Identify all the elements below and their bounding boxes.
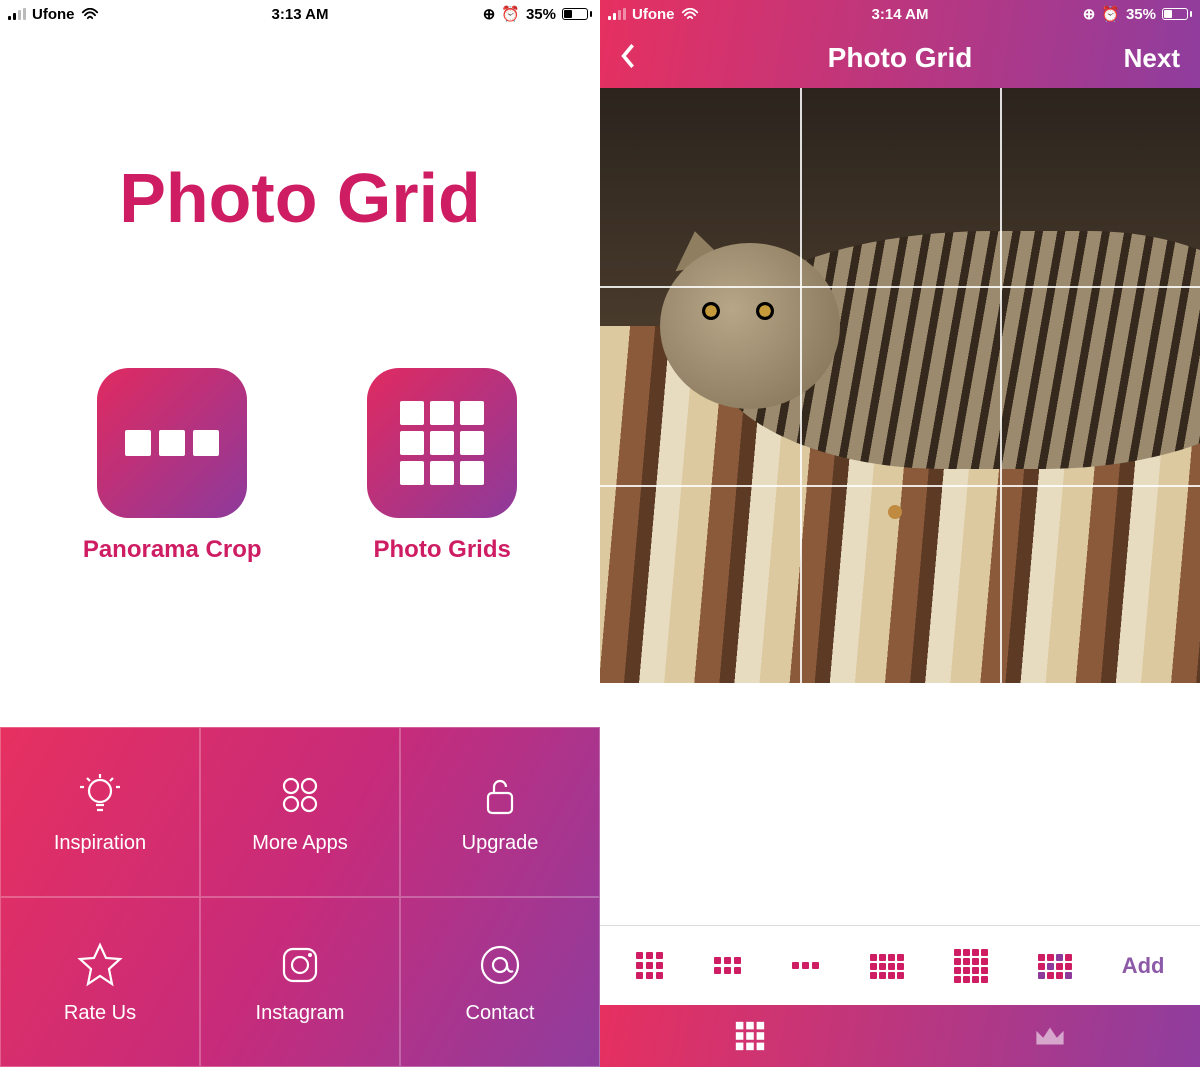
menu-more-apps[interactable]: More Apps [200, 727, 400, 897]
spacer [600, 683, 1200, 925]
orientation-lock-icon: ⊕ [1083, 5, 1096, 23]
page-title: Photo Grid [600, 42, 1200, 74]
menu-upgrade[interactable]: Upgrade [400, 727, 600, 897]
alarm-icon: ⏰ [501, 5, 520, 23]
editor-topbar: Photo Grid Next [600, 28, 1200, 88]
layout-option-3x1[interactable] [792, 962, 819, 969]
menu-inspiration[interactable]: Inspiration [0, 727, 200, 897]
photo-preview[interactable] [600, 88, 1200, 683]
battery-icon [1162, 8, 1192, 20]
tab-premium[interactable] [900, 1005, 1200, 1067]
battery-pct-label: 35% [526, 6, 556, 23]
add-layout-button[interactable]: Add [1122, 953, 1165, 979]
at-icon [475, 940, 525, 990]
layout-option-4x4[interactable] [954, 949, 987, 982]
status-bar: Ufone 3:13 AM ⊕ ⏰ 35% [0, 0, 600, 28]
screen-editor: Ufone 3:14 AM ⊕ ⏰ 35% Photo Grid Next [600, 0, 1200, 1067]
preview-image [600, 88, 1200, 683]
battery-pct-label: 35% [1126, 6, 1156, 23]
back-button[interactable] [620, 41, 638, 76]
app-title: Photo Grid [0, 158, 600, 238]
photo-grids-button[interactable]: Photo Grids [367, 368, 517, 564]
menu-label: Inspiration [54, 832, 146, 855]
panorama-crop-label: Panorama Crop [83, 536, 262, 564]
next-button[interactable]: Next [1124, 43, 1180, 74]
crown-icon [1033, 1019, 1067, 1053]
screen-home: Ufone 3:13 AM ⊕ ⏰ 35% Photo Grid Panoram… [0, 0, 600, 1067]
grid-icon [733, 1019, 767, 1053]
panorama-crop-button[interactable]: Panorama Crop [83, 368, 262, 564]
status-bar: Ufone 3:14 AM ⊕ ⏰ 35% [600, 0, 1200, 28]
menu-label: Instagram [256, 1002, 345, 1025]
menu-label: Rate Us [64, 1002, 136, 1025]
instagram-icon [275, 940, 325, 990]
lightbulb-icon [75, 770, 125, 820]
signal-icon [608, 8, 626, 20]
carrier-label: Ufone [32, 6, 75, 23]
grid-9-icon [400, 401, 484, 485]
unlock-icon [475, 770, 525, 820]
wifi-icon [81, 8, 99, 21]
home-menu-grid: Inspiration More Apps Upgrade Rate Us In… [0, 727, 600, 1067]
layout-option-4x3[interactable] [870, 954, 903, 978]
orientation-lock-icon: ⊕ [483, 5, 496, 23]
apps-icon [275, 770, 325, 820]
battery-icon [562, 8, 592, 20]
layout-option-4x3-alt[interactable] [1038, 954, 1071, 978]
menu-label: Upgrade [462, 832, 539, 855]
photo-grids-label: Photo Grids [374, 536, 511, 564]
layout-options-row: Add [600, 925, 1200, 1005]
menu-label: More Apps [252, 832, 348, 855]
star-icon [75, 940, 125, 990]
menu-instagram[interactable]: Instagram [200, 897, 400, 1067]
menu-rate-us[interactable]: Rate Us [0, 897, 200, 1067]
alarm-icon: ⏰ [1101, 5, 1120, 23]
wifi-icon [681, 8, 699, 21]
panorama-3-icon [125, 430, 219, 456]
carrier-label: Ufone [632, 6, 675, 23]
menu-contact[interactable]: Contact [400, 897, 600, 1067]
tab-grid[interactable] [600, 1005, 900, 1067]
layout-option-3x3[interactable] [636, 952, 663, 979]
bottom-tabbar [600, 1005, 1200, 1067]
layout-option-3x2[interactable] [714, 957, 741, 974]
menu-label: Contact [466, 1002, 535, 1025]
signal-icon [8, 8, 26, 20]
